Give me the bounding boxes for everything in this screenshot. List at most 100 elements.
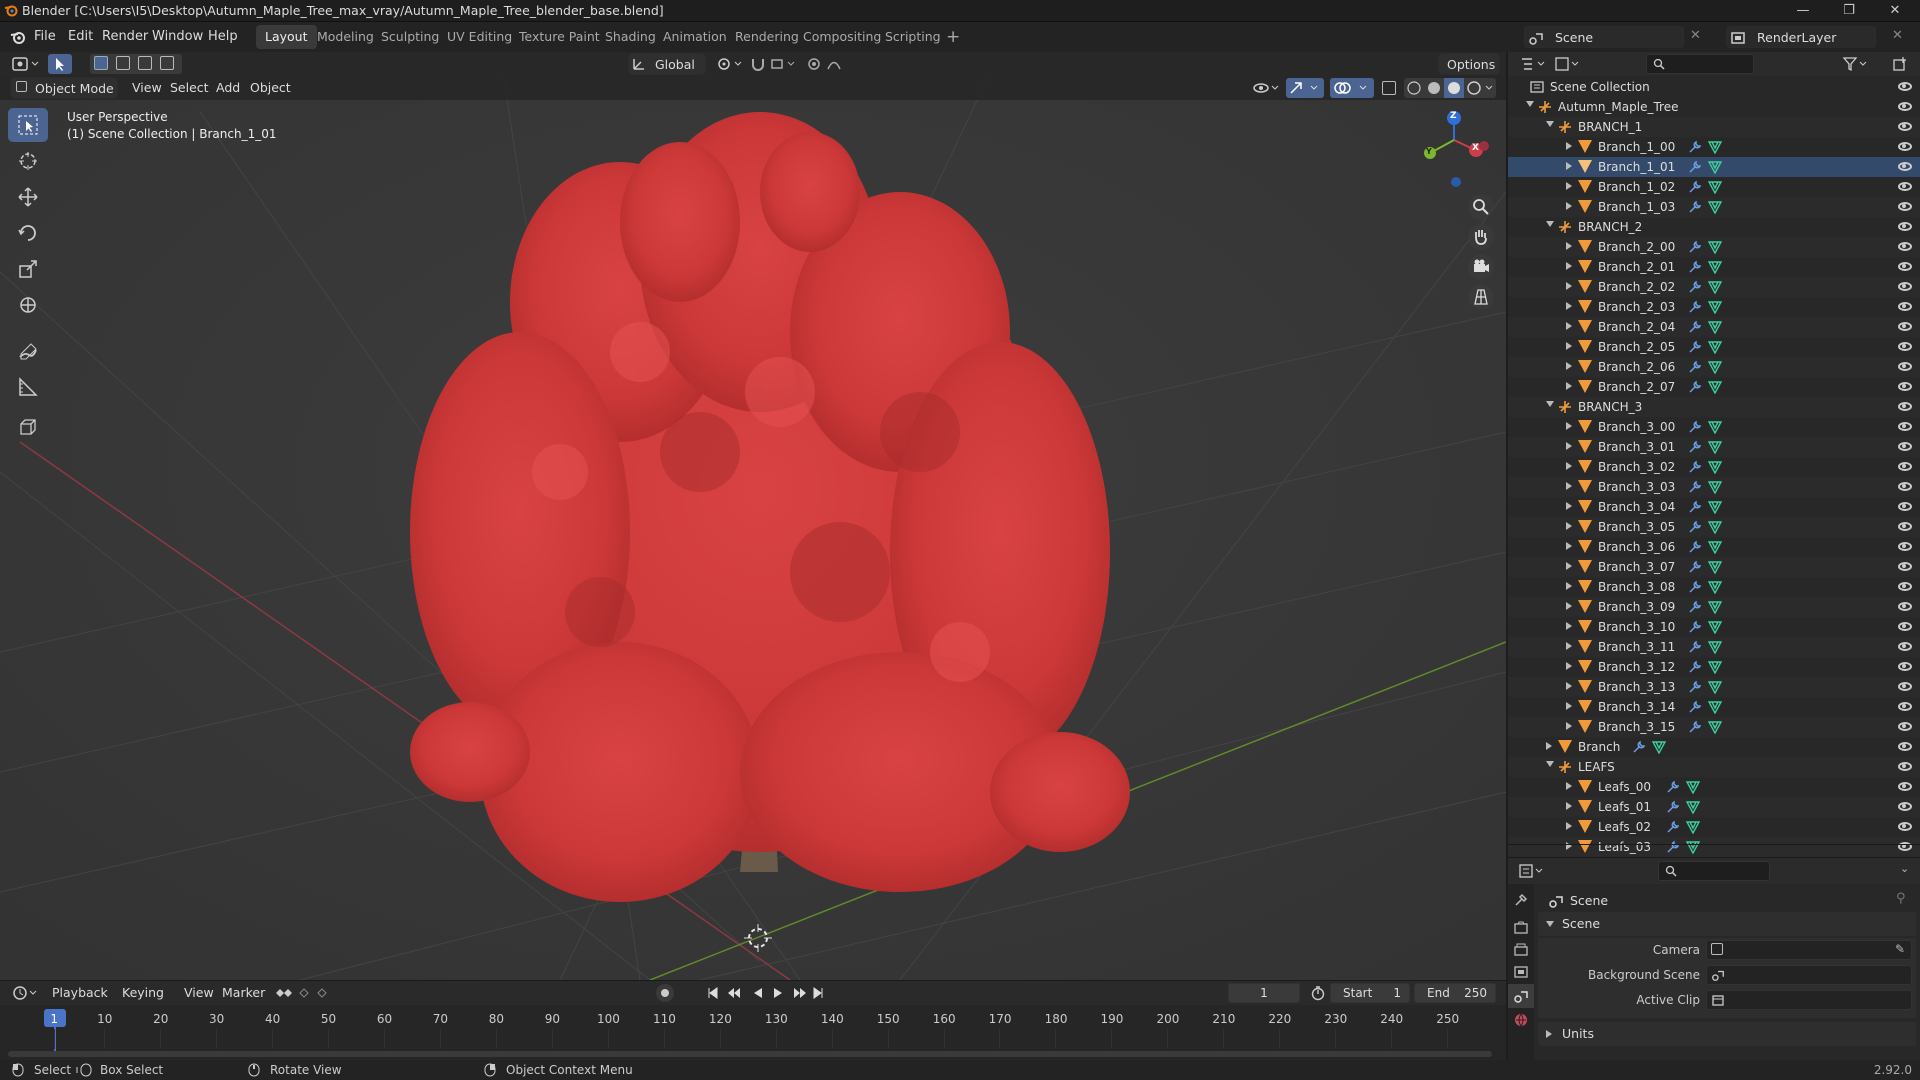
expand-toggle-icon[interactable] bbox=[1566, 262, 1572, 270]
mesh-data-icon[interactable] bbox=[1708, 660, 1723, 674]
outliner-row[interactable]: Branch_2_04 bbox=[1508, 317, 1920, 337]
mesh-data-icon[interactable] bbox=[1708, 500, 1723, 514]
modifier-wrench-icon[interactable] bbox=[1688, 680, 1702, 694]
modifier-wrench-icon[interactable] bbox=[1688, 640, 1702, 654]
visibility-eye-icon[interactable] bbox=[1898, 302, 1912, 311]
outliner-row[interactable]: Branch_2_00 bbox=[1508, 237, 1920, 257]
expand-toggle-icon[interactable] bbox=[1566, 462, 1572, 470]
select-new-icon[interactable] bbox=[94, 56, 108, 70]
blender-menu-icon[interactable] bbox=[10, 29, 26, 45]
visibility-eye-icon[interactable] bbox=[1898, 682, 1912, 691]
modifier-wrench-icon[interactable] bbox=[1688, 720, 1702, 734]
visibility-eye-icon[interactable] bbox=[1898, 422, 1912, 431]
viewport-menu-view[interactable]: View bbox=[132, 80, 162, 95]
background-scene-field[interactable] bbox=[1706, 965, 1912, 985]
visibility-filter-icon[interactable] bbox=[1252, 79, 1282, 97]
modifier-wrench-icon[interactable] bbox=[1688, 280, 1702, 294]
outliner-row[interactable]: Branch_2_01 bbox=[1508, 257, 1920, 277]
view-layer-close-icon[interactable]: ✕ bbox=[1892, 28, 1903, 43]
visibility-eye-icon[interactable] bbox=[1898, 102, 1912, 111]
mesh-data-icon[interactable] bbox=[1708, 380, 1723, 394]
expand-toggle-icon[interactable] bbox=[1566, 782, 1572, 790]
outliner-row[interactable]: Branch_2_07 bbox=[1508, 377, 1920, 397]
outliner-row[interactable]: BRANCH_1 bbox=[1508, 117, 1920, 137]
visibility-eye-icon[interactable] bbox=[1898, 362, 1912, 371]
expand-toggle-icon[interactable] bbox=[1546, 742, 1552, 750]
expand-toggle-icon[interactable] bbox=[1566, 482, 1572, 490]
outliner-row[interactable]: Branch_3_14 bbox=[1508, 697, 1920, 717]
mesh-data-icon[interactable] bbox=[1686, 840, 1701, 854]
mesh-data-icon[interactable] bbox=[1708, 180, 1723, 194]
tab-uv-editing[interactable]: UV Editing bbox=[438, 25, 521, 49]
visibility-eye-icon[interactable] bbox=[1898, 282, 1912, 291]
expand-toggle-icon[interactable] bbox=[1566, 442, 1572, 450]
tool-move[interactable] bbox=[8, 180, 48, 214]
render-tab-icon[interactable] bbox=[1513, 920, 1529, 936]
outliner-row[interactable]: Branch_3_13 bbox=[1508, 677, 1920, 697]
outliner-row[interactable]: Branch_2_05 bbox=[1508, 337, 1920, 357]
outliner-row[interactable]: Branch_1_00 bbox=[1508, 137, 1920, 157]
visibility-eye-icon[interactable] bbox=[1898, 382, 1912, 391]
visibility-eye-icon[interactable] bbox=[1898, 702, 1912, 711]
modifier-wrench-icon[interactable] bbox=[1688, 460, 1702, 474]
modifier-wrench-icon[interactable] bbox=[1688, 260, 1702, 274]
modifier-wrench-icon[interactable] bbox=[1688, 660, 1702, 674]
perspective-toggle-button[interactable] bbox=[1468, 284, 1494, 310]
mesh-data-icon[interactable] bbox=[1708, 700, 1723, 714]
expand-toggle-icon[interactable] bbox=[1566, 542, 1572, 550]
mesh-data-icon[interactable] bbox=[1708, 680, 1723, 694]
eyedropper-icon[interactable]: ✎ bbox=[1895, 942, 1905, 956]
expand-toggle-icon[interactable] bbox=[1566, 502, 1572, 510]
mesh-data-icon[interactable] bbox=[1708, 280, 1723, 294]
modifier-wrench-icon[interactable] bbox=[1688, 340, 1702, 354]
modifier-wrench-icon[interactable] bbox=[1688, 180, 1702, 194]
outliner-row[interactable]: Branch_1_02 bbox=[1508, 177, 1920, 197]
outliner-row[interactable]: LEAFS bbox=[1508, 757, 1920, 777]
modifier-wrench-icon[interactable] bbox=[1688, 200, 1702, 214]
expand-toggle-icon[interactable] bbox=[1566, 302, 1572, 310]
gizmo-toggle[interactable] bbox=[1286, 78, 1324, 98]
visibility-eye-icon[interactable] bbox=[1898, 622, 1912, 631]
modifier-wrench-icon[interactable] bbox=[1688, 500, 1702, 514]
menu-file[interactable]: File bbox=[34, 29, 56, 44]
visibility-eye-icon[interactable] bbox=[1898, 222, 1912, 231]
mesh-data-icon[interactable] bbox=[1708, 720, 1723, 734]
outliner-row[interactable]: Leafs_01 bbox=[1508, 797, 1920, 817]
outliner-row[interactable]: Branch_1_03 bbox=[1508, 197, 1920, 217]
outliner-row[interactable]: Branch_3_07 bbox=[1508, 557, 1920, 577]
outliner-row[interactable]: BRANCH_3 bbox=[1508, 397, 1920, 417]
mesh-data-icon[interactable] bbox=[1686, 820, 1701, 834]
options-dropdown[interactable]: Options bbox=[1438, 53, 1500, 75]
modifier-wrench-icon[interactable] bbox=[1666, 840, 1680, 854]
outliner-row[interactable]: Branch_3_11 bbox=[1508, 637, 1920, 657]
outliner-row[interactable]: Branch bbox=[1508, 737, 1920, 757]
mesh-data-icon[interactable] bbox=[1708, 440, 1723, 454]
visibility-eye-icon[interactable] bbox=[1898, 522, 1912, 531]
outliner-row[interactable]: Branch_3_04 bbox=[1508, 497, 1920, 517]
visibility-eye-icon[interactable] bbox=[1898, 342, 1912, 351]
expand-toggle-icon[interactable] bbox=[1566, 702, 1572, 710]
outliner-row[interactable]: Branch_2_02 bbox=[1508, 277, 1920, 297]
modifier-wrench-icon[interactable] bbox=[1688, 480, 1702, 494]
outliner-row[interactable]: Autumn_Maple_Tree bbox=[1508, 97, 1920, 117]
visibility-eye-icon[interactable] bbox=[1898, 502, 1912, 511]
tool-add-cube[interactable] bbox=[8, 410, 48, 444]
modifier-wrench-icon[interactable] bbox=[1632, 740, 1646, 754]
select-extend-icon[interactable] bbox=[116, 56, 130, 70]
mesh-data-icon[interactable] bbox=[1686, 800, 1701, 814]
mesh-data-icon[interactable] bbox=[1708, 340, 1723, 354]
visibility-eye-icon[interactable] bbox=[1898, 242, 1912, 251]
mesh-data-icon[interactable] bbox=[1708, 160, 1723, 174]
camera-view-button[interactable] bbox=[1468, 254, 1494, 280]
modifier-wrench-icon[interactable] bbox=[1688, 600, 1702, 614]
proportional-editing-icon[interactable] bbox=[806, 56, 846, 72]
mesh-data-icon[interactable] bbox=[1708, 360, 1723, 374]
active-clip-field[interactable] bbox=[1706, 990, 1912, 1010]
expand-toggle-icon[interactable] bbox=[1566, 622, 1572, 630]
mesh-data-icon[interactable] bbox=[1708, 200, 1723, 214]
outliner-row[interactable]: Leafs_03 bbox=[1508, 837, 1920, 857]
tool-annotate[interactable] bbox=[8, 334, 48, 368]
outliner-row[interactable]: Branch_3_03 bbox=[1508, 477, 1920, 497]
outliner-row[interactable]: BRANCH_2 bbox=[1508, 217, 1920, 237]
collapse-toggle-icon[interactable] bbox=[1546, 401, 1554, 407]
